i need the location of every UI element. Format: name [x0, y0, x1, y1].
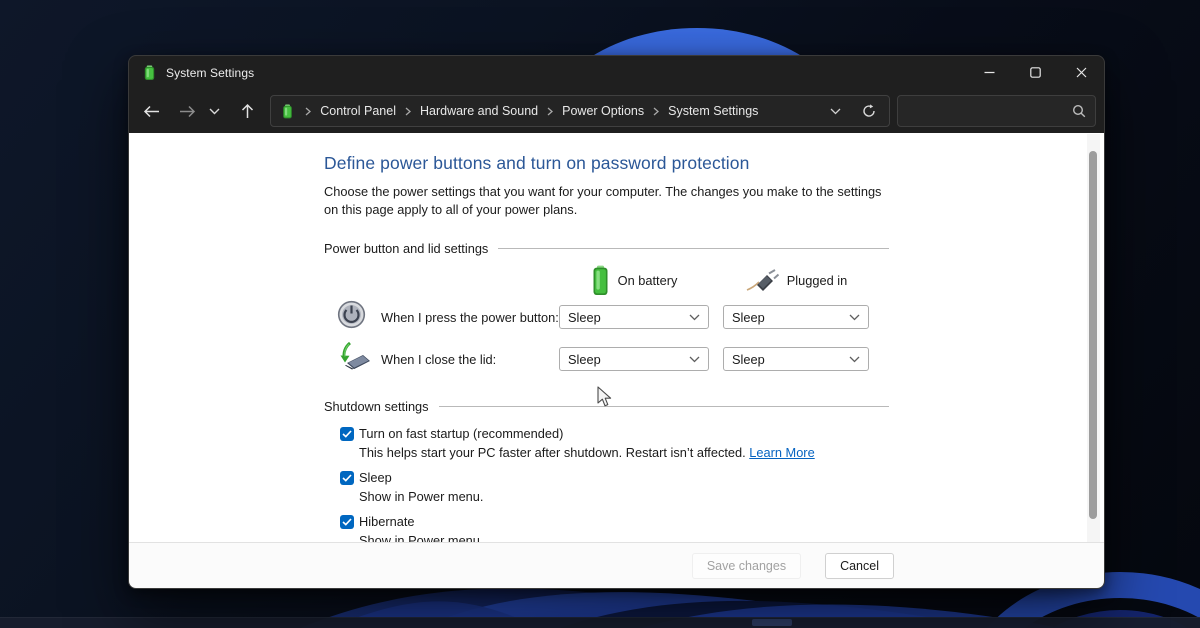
shutdown-section-label: Shutdown settings [324, 399, 429, 414]
refresh-icon [862, 104, 876, 118]
breadcrumb-separator-icon [540, 107, 560, 116]
window-title: System Settings [166, 66, 254, 80]
chevron-down-icon [849, 356, 860, 363]
search-box[interactable] [897, 95, 1096, 127]
breadcrumb-control-panel[interactable]: Control Panel [318, 101, 398, 121]
forward-button[interactable] [173, 96, 203, 126]
content-area: Define power buttons and turn on passwor… [129, 133, 1104, 542]
refresh-button[interactable] [855, 97, 883, 125]
section-divider [439, 406, 889, 407]
fast-startup-checkbox[interactable] [340, 427, 354, 441]
power-section-label: Power button and lid settings [324, 241, 488, 256]
close-lid-on-battery-select[interactable]: Sleep [559, 347, 709, 371]
address-dropdown-button[interactable] [821, 97, 849, 125]
power-button-label: When I press the power button: [381, 310, 559, 325]
recent-pages-button[interactable] [203, 96, 227, 126]
plugged-in-icon [745, 269, 779, 292]
taskbar-app-indicator[interactable] [752, 619, 792, 626]
power-button-row: When I press the power button: Sleep Sle… [324, 296, 902, 338]
hibernate-item: Hibernate Show in Power menu. [324, 514, 902, 542]
fast-startup-item: Turn on fast startup (recommended) This … [324, 426, 902, 460]
address-bar[interactable]: Control Panel Hardware and Sound Power O… [270, 95, 890, 127]
breadcrumb-separator-icon [398, 107, 418, 116]
chevron-down-icon [830, 108, 841, 115]
close-lid-label: When I close the lid: [381, 352, 559, 367]
forward-arrow-icon [179, 105, 196, 118]
plugged-in-column-header: Plugged in [723, 269, 869, 292]
hibernate-checkbox[interactable] [340, 515, 354, 529]
sleep-description: Show in Power menu. [359, 489, 902, 504]
page-description: Choose the power settings that you want … [324, 183, 884, 219]
sleep-item: Sleep Show in Power menu. [324, 470, 902, 504]
vertical-scrollbar[interactable] [1087, 134, 1100, 542]
up-arrow-icon [241, 103, 254, 119]
chevron-down-icon [689, 356, 700, 363]
maximize-button[interactable] [1012, 56, 1058, 89]
power-button-on-battery-select[interactable]: Sleep [559, 305, 709, 329]
back-button[interactable] [137, 96, 167, 126]
scrollbar-thumb[interactable] [1089, 151, 1097, 519]
checkmark-icon [342, 518, 352, 526]
hibernate-label[interactable]: Hibernate [359, 514, 415, 529]
on-battery-label: On battery [618, 273, 678, 288]
checkmark-icon [342, 474, 352, 482]
breadcrumb-power-options[interactable]: Power Options [560, 101, 646, 121]
battery-breadcrumb-icon [281, 104, 294, 119]
close-lid-row: When I close the lid: Sleep Sleep [324, 338, 902, 380]
minimize-icon [984, 67, 995, 78]
sleep-checkbox[interactable] [340, 471, 354, 485]
chevron-down-icon [209, 108, 220, 115]
breadcrumb-system-settings[interactable]: System Settings [666, 101, 760, 121]
close-lid-plugged-in-select[interactable]: Sleep [723, 347, 869, 371]
back-arrow-icon [143, 105, 160, 118]
save-changes-button[interactable]: Save changes [692, 553, 801, 579]
fast-startup-label[interactable]: Turn on fast startup (recommended) [359, 426, 563, 441]
breadcrumb-hardware-and-sound[interactable]: Hardware and Sound [418, 101, 540, 121]
power-button-plugged-in-select[interactable]: Sleep [723, 305, 869, 329]
breadcrumb-separator-icon [646, 107, 666, 116]
section-divider [498, 248, 889, 249]
search-input[interactable] [907, 104, 1072, 118]
hibernate-description: Show in Power menu. [359, 533, 902, 542]
footer-bar: Save changes Cancel [129, 542, 1104, 588]
on-battery-column-header: On battery [559, 265, 709, 296]
laptop-lid-icon [337, 341, 371, 372]
column-headers: On battery Plugged in [324, 265, 902, 296]
breadcrumb-separator-icon [298, 107, 318, 116]
maximize-icon [1030, 67, 1041, 78]
sleep-label[interactable]: Sleep [359, 470, 392, 485]
chevron-down-icon [689, 314, 700, 321]
battery-app-icon [142, 65, 157, 80]
shutdown-section-header: Shutdown settings [324, 399, 889, 414]
page-title: Define power buttons and turn on passwor… [324, 153, 902, 174]
search-icon[interactable] [1072, 104, 1086, 118]
plugged-in-label: Plugged in [787, 273, 847, 288]
close-icon [1076, 67, 1087, 78]
up-button[interactable] [232, 96, 262, 126]
chevron-down-icon [849, 314, 860, 321]
cancel-button[interactable]: Cancel [825, 553, 894, 579]
learn-more-link[interactable]: Learn More [749, 445, 814, 460]
taskbar[interactable] [0, 617, 1200, 628]
power-section-header: Power button and lid settings [324, 241, 889, 256]
close-button[interactable] [1058, 56, 1104, 89]
minimize-button[interactable] [966, 56, 1012, 89]
navigation-bar: Control Panel Hardware and Sound Power O… [129, 89, 1104, 133]
checkmark-icon [342, 430, 352, 438]
on-battery-icon [591, 265, 610, 296]
system-settings-window: System Settings [128, 55, 1105, 589]
power-button-icon [337, 300, 366, 329]
title-bar[interactable]: System Settings [129, 56, 1104, 89]
fast-startup-description: This helps start your PC faster after sh… [359, 445, 902, 460]
